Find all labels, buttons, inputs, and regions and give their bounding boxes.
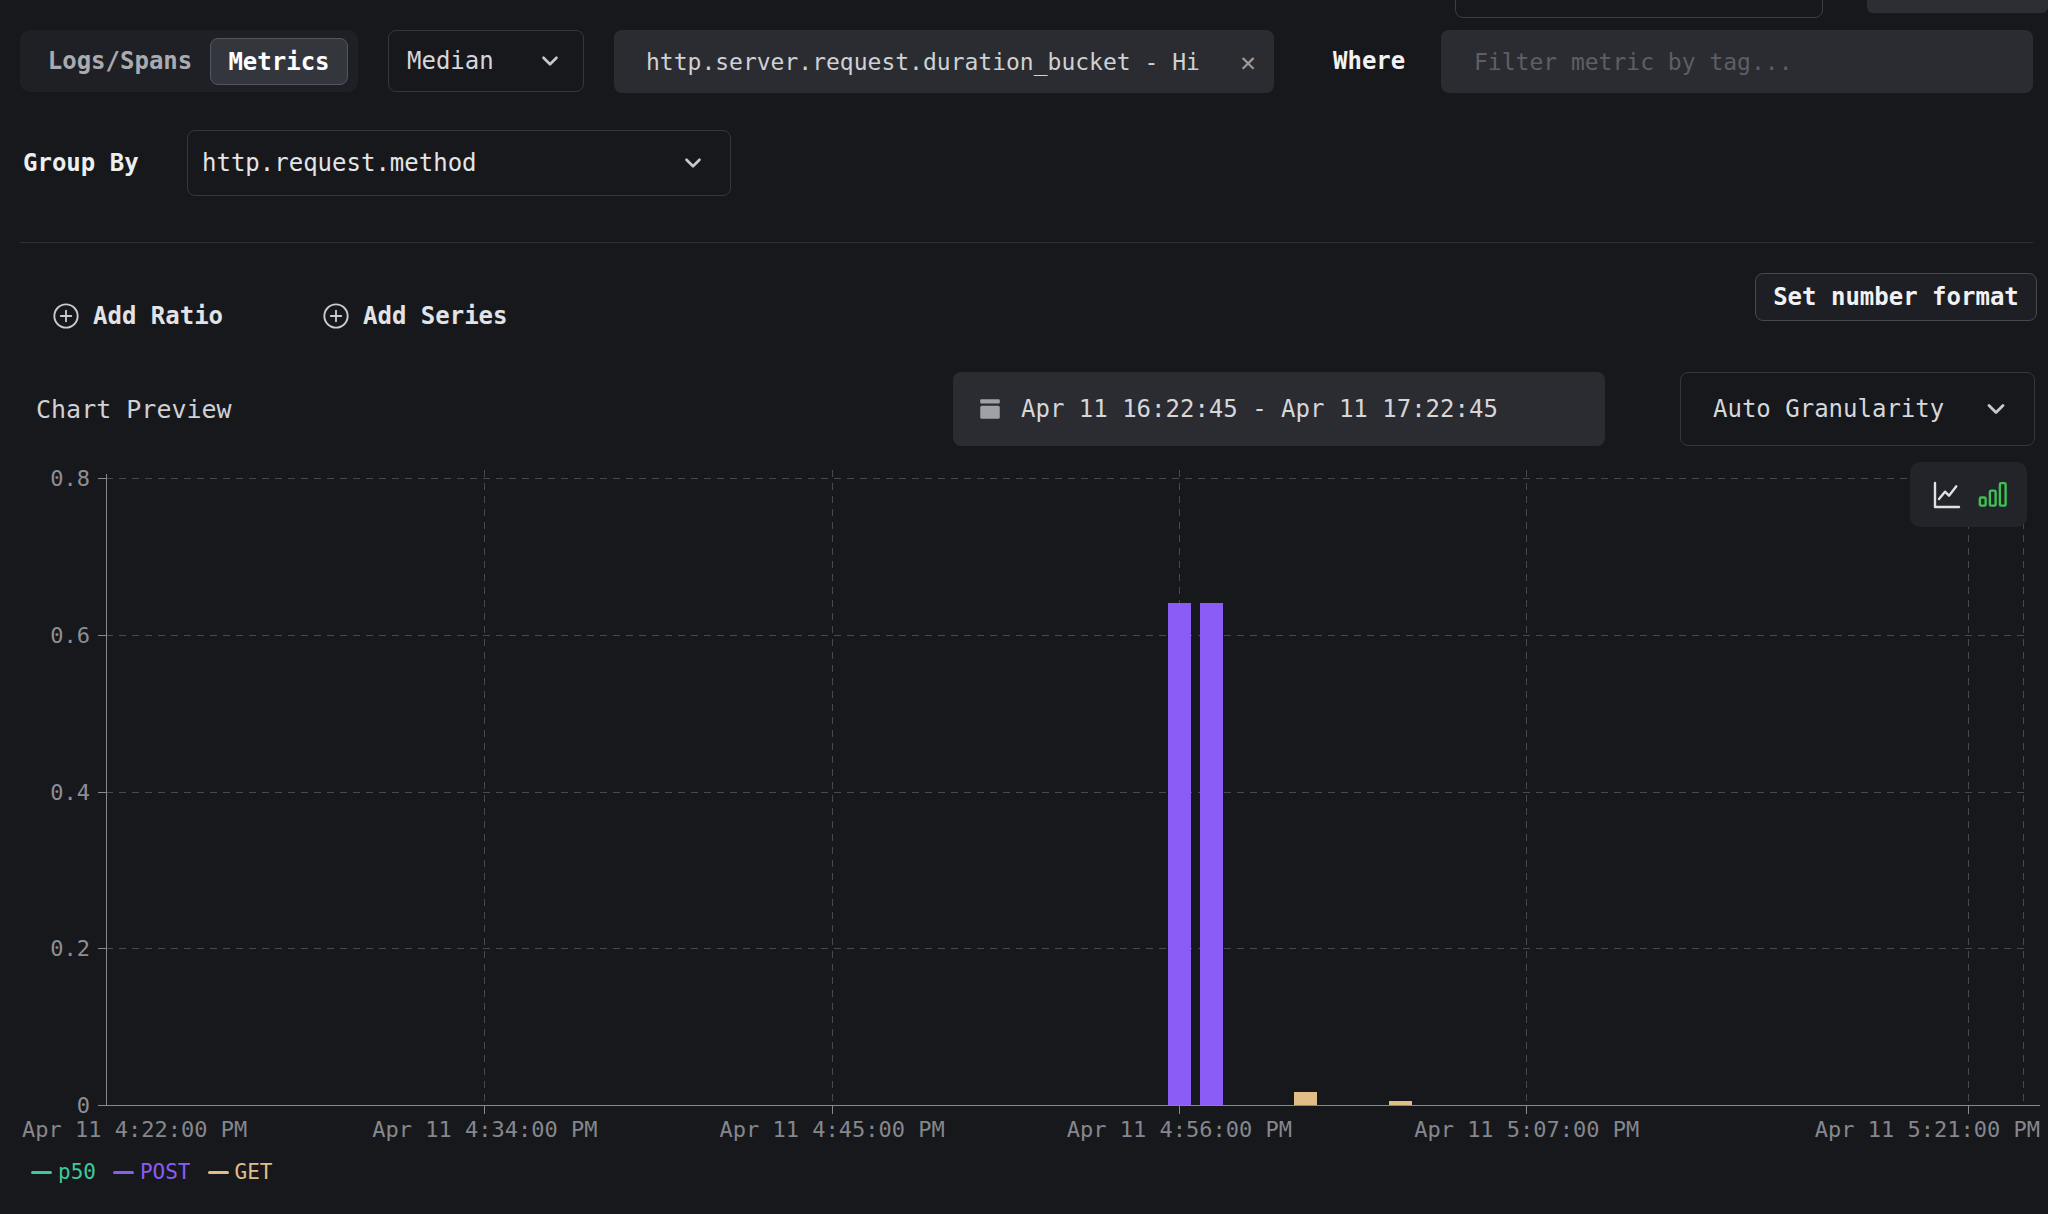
y-axis-label: 0.8 [30,466,90,491]
group-by-value: http.request.method [202,149,477,177]
gridline-v [484,470,485,1105]
chevron-down-icon [537,48,563,74]
toggle-logs-spans[interactable]: Logs/Spans [20,30,220,92]
metrics-query-builder: Logs/Spans Metrics Median http.server.re… [0,0,2048,1214]
chart-type-toggle [1910,462,2027,527]
y-axis-label: 0.6 [30,622,90,647]
gridline-h [106,948,2024,949]
filter-placeholder: Filter metric by tag... [1474,49,1793,75]
y-tick [98,635,106,636]
aggregation-select[interactable]: Median [388,30,584,92]
legend-label: GET [235,1160,273,1184]
chart-preview-title: Chart Preview [36,372,232,446]
set-number-format-label: Set number format [1773,283,2019,311]
x-tick [484,1105,485,1114]
group-by-label: Group By [23,130,139,196]
add-series-label: Add Series [363,302,508,330]
x-tick [1526,1105,1527,1114]
legend-dash [31,1171,52,1174]
bar-POST [1168,603,1191,1105]
gridline-v [832,470,833,1105]
legend-item-POST[interactable]: POST [113,1160,191,1184]
chevron-down-icon [680,150,706,176]
gridline-h [106,478,2024,479]
time-range-picker[interactable]: Apr 11 16:22:45 - Apr 11 17:22:45 [953,372,1605,446]
x-axis [106,1105,2040,1106]
aggregation-value: Median [407,47,494,75]
add-ratio-button[interactable]: Add Ratio [52,290,223,342]
bar-GET [1389,1101,1412,1105]
legend-label: p50 [58,1160,96,1184]
y-axis-label: 0.4 [30,779,90,804]
x-axis-label: Apr 11 4:56:00 PM [1067,1117,1292,1142]
granularity-value: Auto Granularity [1713,395,1944,423]
divider [20,242,2033,243]
y-tick [98,948,106,949]
legend-dash [113,1171,134,1174]
plus-circle-icon [52,302,80,330]
cutoff-button[interactable] [1867,0,2048,13]
y-axis-label: 0 [30,1093,90,1118]
gridline-v [1968,470,1969,1105]
set-number-format-button[interactable]: Set number format [1755,273,2037,321]
time-range-value: Apr 11 16:22:45 - Apr 11 17:22:45 [1021,395,1498,423]
legend-dash [208,1171,229,1174]
x-tick [1968,1105,1969,1114]
gridline-v [1526,470,1527,1105]
x-axis-label: Apr 11 4:34:00 PM [372,1117,597,1142]
plus-circle-icon [322,302,350,330]
x-axis-label: Apr 11 4:45:00 PM [720,1117,945,1142]
x-axis-label: Apr 11 5:07:00 PM [1414,1117,1639,1142]
bar-chart-icon[interactable] [1978,479,2008,511]
legend-item-p50[interactable]: p50 [31,1160,96,1184]
add-ratio-label: Add Ratio [93,302,223,330]
add-series-button[interactable]: Add Series [322,290,508,342]
cutoff-input[interactable] [1455,0,1823,18]
y-tick [98,792,106,793]
calendar-icon [977,396,1003,422]
bar-GET [1294,1092,1317,1105]
metric-chip-label: http.server.request.duration_bucket - Hi [646,49,1200,75]
group-by-select[interactable]: http.request.method [187,130,731,196]
close-icon[interactable]: ✕ [1240,47,1256,77]
x-axis-label: Apr 11 5:21:00 PM [1815,1117,2040,1142]
legend-item-GET[interactable]: GET [208,1160,273,1184]
y-axis-label: 0.2 [30,936,90,961]
where-label: Where [1333,30,1405,92]
bar-POST [1200,603,1223,1105]
x-axis-label: Apr 11 4:22:00 PM [22,1117,247,1142]
line-chart-icon[interactable] [1930,479,1964,511]
y-tick [98,1105,106,1106]
source-toggle: Logs/Spans Metrics [20,30,358,92]
gridline-h [106,635,2024,636]
gridline-v [2023,470,2024,1105]
x-tick [1179,1105,1180,1114]
chart-preview: 0.8 0.6 0.4 0.2 0Apr 11 4:22:00 PM Apr 11 4:3… [0,450,2048,1214]
legend-label: POST [140,1160,191,1184]
y-tick [98,478,106,479]
filter-input[interactable]: Filter metric by tag... [1441,30,2033,93]
granularity-select[interactable]: Auto Granularity [1680,372,2035,446]
chart-legend: p50 POST GET [31,1160,272,1184]
x-tick [832,1105,833,1114]
gridline-h [106,792,2024,793]
chevron-down-icon [1982,395,2010,423]
toggle-metrics[interactable]: Metrics [210,38,348,85]
metric-chip[interactable]: http.server.request.duration_bucket - Hi… [614,30,1274,93]
y-axis [106,474,107,1105]
